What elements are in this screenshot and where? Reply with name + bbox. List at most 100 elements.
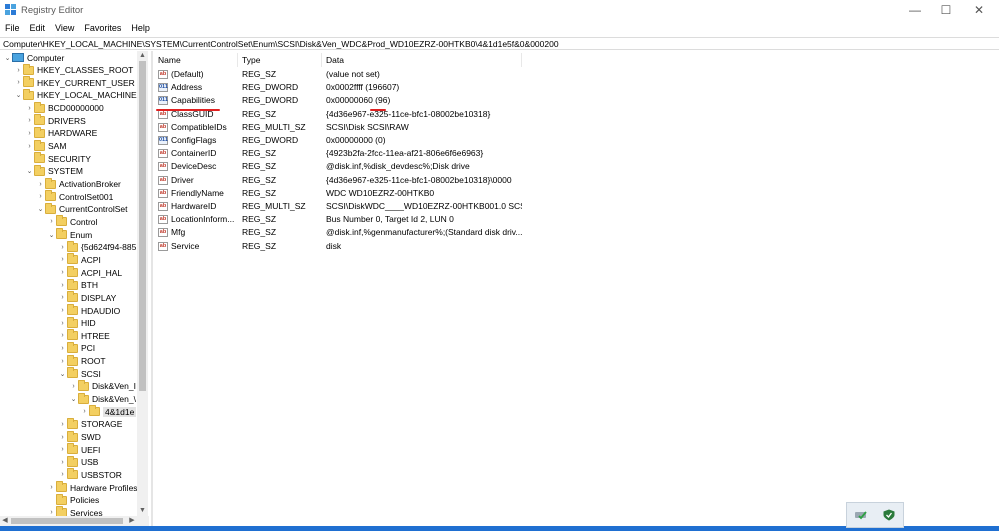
- menu-help[interactable]: Help: [126, 21, 155, 35]
- chevron-right-icon[interactable]: ›: [58, 468, 67, 481]
- column-header-name[interactable]: Name: [154, 53, 238, 67]
- chevron-right-icon[interactable]: ›: [58, 418, 67, 431]
- column-header-type[interactable]: Type: [238, 53, 322, 67]
- chevron-right-icon[interactable]: ›: [80, 405, 89, 418]
- value-row[interactable]: ab Driver REG_SZ {4d36e967-e325-11ce-bfc1-0…: [154, 174, 999, 187]
- tree-node[interactable]: › Control: [47, 215, 97, 228]
- tree-node[interactable]: › HKEY_CURRENT_USER: [14, 76, 135, 89]
- menu-view[interactable]: View: [50, 21, 79, 35]
- registry-tree[interactable]: ⌄ Computer › HKEY_CLASSES_ROOT › HKEY_CURRENT…: [0, 51, 149, 516]
- value-row[interactable]: ab Service REG_SZ disk: [154, 240, 999, 253]
- tree-node[interactable]: ⌄ SYSTEM: [25, 164, 83, 178]
- chevron-right-icon[interactable]: ›: [58, 355, 67, 368]
- tree-node[interactable]: › STORAGE: [58, 417, 122, 431]
- chevron-right-icon[interactable]: ›: [69, 380, 78, 393]
- tree-node[interactable]: ⌄ Enum: [47, 228, 92, 241]
- tree-node[interactable]: › Services: [47, 506, 103, 516]
- value-row[interactable]: ab Mfg REG_SZ @disk.inf,%genmanufacturer%;(…: [154, 226, 999, 239]
- chevron-right-icon[interactable]: ›: [58, 291, 67, 304]
- value-row[interactable]: ab ClassGUID REG_SZ {4d36e967-e325-11ce-bfc…: [154, 108, 999, 121]
- tree-node[interactable]: › ControlSet001: [36, 190, 113, 203]
- chevron-right-icon[interactable]: ›: [25, 140, 34, 153]
- chevron-right-icon[interactable]: ›: [58, 431, 67, 444]
- minimize-button[interactable]: —: [898, 0, 932, 20]
- value-row[interactable]: ab LocationInform... REG_SZ Bus Number 0, T…: [154, 213, 999, 226]
- chevron-right-icon[interactable]: ›: [58, 456, 67, 469]
- chevron-right-icon[interactable]: ›: [58, 266, 67, 279]
- close-button[interactable]: ✕: [962, 0, 996, 20]
- value-row[interactable]: 011 Capabilities REG_DWORD 0x00000060 (96): [154, 94, 999, 107]
- chevron-right-icon[interactable]: ›: [25, 102, 34, 115]
- tree-node[interactable]: › HKEY_CLASSES_ROOT: [14, 63, 133, 77]
- values-list[interactable]: Name Type Data ab (Default) REG_SZ (value n…: [154, 51, 999, 526]
- tree-node[interactable]: › Disk&Ven_I: [69, 379, 136, 393]
- scroll-left-arrow-icon[interactable]: ◀: [0, 516, 10, 526]
- address-bar[interactable]: Computer\HKEY_LOCAL_MACHINE\SYSTEM\Curre…: [0, 37, 999, 50]
- chevron-down-icon[interactable]: ⌄: [58, 367, 67, 380]
- chevron-right-icon[interactable]: ›: [58, 304, 67, 317]
- chevron-right-icon[interactable]: ›: [58, 342, 67, 355]
- menu-edit[interactable]: Edit: [25, 21, 51, 35]
- chevron-right-icon[interactable]: ›: [58, 443, 67, 456]
- chevron-right-icon[interactable]: ›: [36, 190, 45, 203]
- tree-node[interactable]: › ROOT: [58, 354, 106, 368]
- value-row[interactable]: 011 ConfigFlags REG_DWORD 0x00000000 (0): [154, 134, 999, 147]
- chevron-right-icon[interactable]: ›: [58, 253, 67, 266]
- chevron-down-icon[interactable]: ⌄: [36, 203, 45, 216]
- chevron-down-icon[interactable]: ⌄: [47, 228, 56, 241]
- value-row[interactable]: ab DeviceDesc REG_SZ @disk.inf,%disk_devdes…: [154, 160, 999, 173]
- tree-node[interactable]: ⌄ CurrentControlSet: [36, 202, 128, 216]
- chevron-down-icon[interactable]: ⌄: [3, 51, 12, 64]
- chevron-right-icon[interactable]: ›: [25, 114, 34, 127]
- scroll-down-arrow-icon[interactable]: ▼: [137, 506, 148, 516]
- tree-node[interactable]: › SWD: [58, 430, 101, 444]
- tree-node[interactable]: ⌄ HKEY_LOCAL_MACHINE: [14, 88, 137, 102]
- maximize-button[interactable]: ☐: [929, 0, 963, 20]
- tree-node[interactable]: › DISPLAY: [58, 291, 116, 304]
- tree-node[interactable]: › HDAUDIO: [58, 304, 120, 317]
- chevron-right-icon[interactable]: ›: [58, 317, 67, 330]
- chevron-right-icon[interactable]: ›: [14, 64, 23, 77]
- tree-node[interactable]: Policies: [47, 493, 99, 507]
- tree-node[interactable]: › {5d624f94-885: [58, 240, 136, 254]
- chevron-right-icon[interactable]: ›: [14, 76, 23, 89]
- pane-splitter[interactable]: [151, 51, 153, 526]
- tree-node[interactable]: › BTH: [58, 278, 98, 292]
- chevron-right-icon[interactable]: ›: [25, 127, 34, 140]
- scroll-up-arrow-icon[interactable]: ▲: [137, 51, 148, 61]
- chevron-right-icon[interactable]: ›: [47, 481, 56, 494]
- tree-node[interactable]: SECURITY: [25, 152, 91, 165]
- safely-remove-hardware-icon[interactable]: [854, 509, 868, 521]
- chevron-right-icon[interactable]: ›: [58, 279, 67, 292]
- tree-node[interactable]: › BCD00000000: [25, 101, 104, 115]
- tree-node[interactable]: ⌄ Disk&Ven_\: [69, 392, 136, 406]
- value-row[interactable]: ab HardwareID REG_MULTI_SZ SCSI\DiskWDC____…: [154, 200, 999, 213]
- value-row[interactable]: ab CompatibleIDs REG_MULTI_SZ SCSI\Disk SCS…: [154, 121, 999, 134]
- tree-node[interactable]: ⌄ Computer: [3, 51, 65, 64]
- chevron-down-icon[interactable]: ⌄: [25, 165, 34, 178]
- value-row[interactable]: 011 Address REG_DWORD 0x0002ffff (196607): [154, 81, 999, 94]
- chevron-right-icon[interactable]: ›: [47, 506, 56, 516]
- tree-node[interactable]: › Hardware Profiles: [47, 481, 138, 494]
- tree-horizontal-scrollbar[interactable]: ◀ ▶: [0, 516, 149, 526]
- value-row[interactable]: ab (Default) REG_SZ (value not set): [154, 68, 999, 81]
- tree-vertical-scrollbar[interactable]: ▲ ▼: [137, 51, 148, 516]
- chevron-right-icon[interactable]: ›: [58, 329, 67, 342]
- value-row[interactable]: ab ContainerID REG_SZ {4923b2fa-2fcc-11ea-a…: [154, 147, 999, 160]
- tree-node[interactable]: › PCI: [58, 341, 95, 355]
- tree-node[interactable]: › ACPI_HAL: [58, 266, 122, 279]
- tree-node[interactable]: › USBSTOR: [58, 468, 122, 481]
- windows-security-icon[interactable]: [882, 509, 896, 521]
- tree-hscroll-thumb[interactable]: [11, 518, 123, 524]
- tree-node[interactable]: › HTREE: [58, 329, 110, 342]
- chevron-right-icon[interactable]: ›: [58, 241, 67, 254]
- tree-node[interactable]: › USB: [58, 455, 98, 469]
- scroll-right-arrow-icon[interactable]: ▶: [127, 516, 137, 526]
- tree-node[interactable]: › 4&1d1e: [80, 405, 137, 418]
- column-header-data[interactable]: Data: [322, 53, 522, 67]
- tree-node[interactable]: › ACPI: [58, 253, 101, 266]
- chevron-down-icon[interactable]: ⌄: [69, 393, 78, 406]
- tree-node[interactable]: › DRIVERS: [25, 114, 86, 127]
- tree-node[interactable]: ⌄ SCSI: [58, 367, 101, 380]
- tree-node[interactable]: › UEFI: [58, 443, 100, 456]
